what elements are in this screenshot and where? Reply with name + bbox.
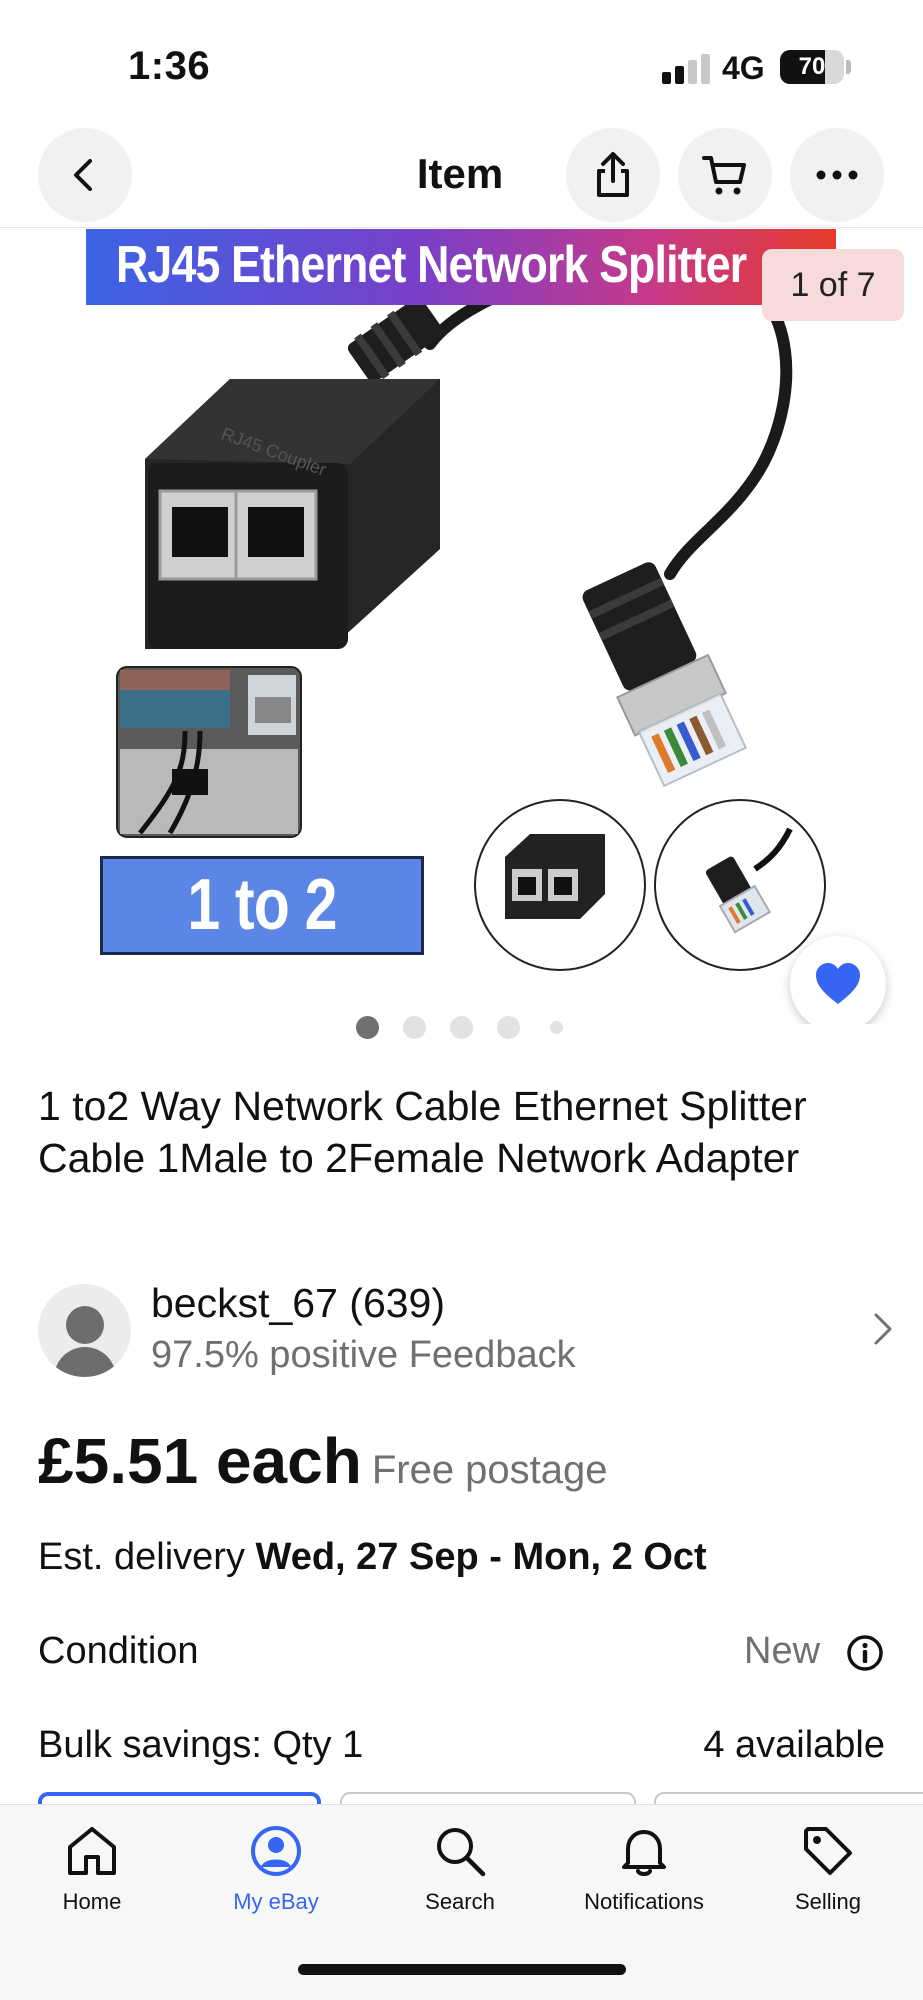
- delivery-label: Est. delivery: [38, 1536, 256, 1578]
- tab-notifications[interactable]: Notifications: [564, 1823, 724, 1933]
- status-bar: 1:36 4G 70: [0, 0, 923, 120]
- item-price: £5.51 each: [38, 1425, 362, 1497]
- seller-name: beckst_67 (639): [151, 1280, 446, 1326]
- bell-icon: [622, 1830, 666, 1876]
- tab-selling[interactable]: Selling: [748, 1823, 908, 1933]
- search-icon: [437, 1828, 486, 1877]
- chevron-left-icon: [74, 159, 92, 191]
- tab-label: My eBay: [233, 1889, 319, 1914]
- price-row: £5.51 each Free postage: [38, 1424, 898, 1498]
- watch-button[interactable]: [790, 936, 886, 1024]
- home-icon: [68, 1827, 116, 1875]
- info-icon[interactable]: [846, 1634, 884, 1672]
- postage-info: Free postage: [371, 1448, 608, 1492]
- listing-title: 1 to2 Way Network Cable Ethernet Splitte…: [38, 1083, 807, 1181]
- available-quantity: 4 available: [703, 1724, 885, 1766]
- battery-icon: 70: [780, 50, 844, 84]
- tab-label: Search: [425, 1889, 495, 1914]
- delivery-dates: Wed, 27 Sep - Mon, 2 Oct: [255, 1536, 707, 1578]
- battery-tip: [846, 60, 851, 74]
- tag-icon: [804, 1827, 852, 1875]
- tab-label: Notifications: [584, 1889, 704, 1914]
- signal-strength-icon: [662, 52, 710, 84]
- avatar-head: [66, 1306, 104, 1344]
- tab-label: Selling: [794, 1889, 862, 1914]
- seller-info[interactable]: beckst_67 (639) 97.5% positive Feedback: [38, 1280, 893, 1378]
- share-button[interactable]: [566, 128, 660, 222]
- delivery-estimate: Est. delivery Wed, 27 Sep - Mon, 2 Oct: [38, 1536, 707, 1579]
- pagination-dot[interactable]: [497, 1016, 520, 1039]
- home-indicator[interactable]: [298, 1964, 626, 1975]
- pagination-dot[interactable]: [356, 1016, 379, 1039]
- back-button[interactable]: [38, 128, 132, 222]
- heart-icon: [816, 963, 860, 1004]
- banner-text: RJ45 Ethernet Network Splitter: [116, 236, 747, 294]
- status-time: 1:36: [128, 44, 211, 88]
- tab-my-ebay[interactable]: My eBay: [196, 1823, 356, 1933]
- network-type: 4G: [722, 50, 765, 86]
- cart-icon: [702, 156, 746, 195]
- more-icon: [816, 170, 858, 180]
- tab-home[interactable]: Home: [12, 1823, 172, 1933]
- image-gallery[interactable]: RJ45 Coupler RJ45 Ethernet Network Split…: [0, 229, 923, 1024]
- bulk-savings-label: Bulk savings: Qty 1: [38, 1724, 364, 1766]
- chevron-right-icon: [874, 1313, 892, 1345]
- user-circle-icon: [251, 1826, 301, 1876]
- seller-feedback: 97.5% positive Feedback: [151, 1334, 576, 1376]
- more-options-button[interactable]: [790, 128, 884, 222]
- gallery-pagination[interactable]: [0, 1016, 923, 1040]
- tab-search[interactable]: Search: [380, 1823, 540, 1933]
- tab-label: Home: [62, 1889, 122, 1914]
- pagination-dot[interactable]: [550, 1021, 563, 1034]
- pagination-dot[interactable]: [450, 1016, 473, 1039]
- image-counter: 1 of 7: [762, 249, 904, 321]
- top-navigation: Item: [0, 128, 923, 228]
- condition-label: Condition: [38, 1630, 199, 1672]
- cart-button[interactable]: [678, 128, 772, 222]
- way-label-text: 1 to 2 Way: [187, 865, 337, 1024]
- battery-percent: 70: [798, 53, 826, 80]
- way-label-box: 1 to 2 Way: [100, 856, 424, 1024]
- seller-avatar: [38, 1284, 131, 1377]
- avatar-body: [54, 1347, 116, 1377]
- condition-value: New: [744, 1630, 821, 1672]
- pagination-dot[interactable]: [403, 1016, 426, 1039]
- page-title: Item: [416, 150, 504, 197]
- product-banner: RJ45 Ethernet Network Splitter: [86, 229, 836, 305]
- share-icon: [597, 152, 629, 197]
